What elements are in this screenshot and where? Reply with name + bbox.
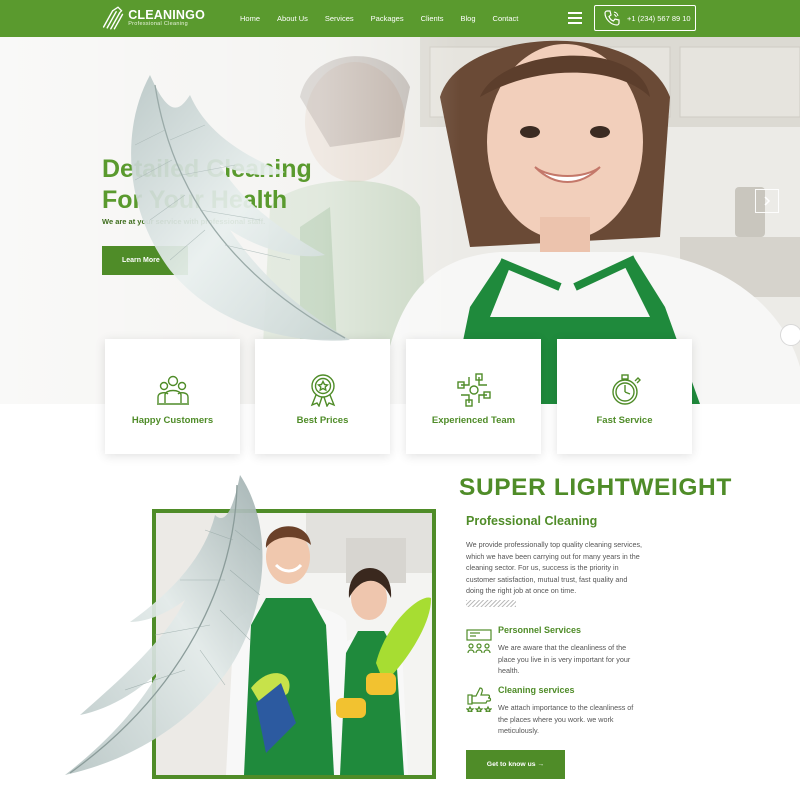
top-navbar: CLEANINGO Professional Cleaning Home Abo… — [0, 0, 800, 37]
team-photo-image — [156, 513, 432, 775]
about-description: We provide professionally top quality cl… — [466, 540, 643, 595]
feature-label: Happy Customers — [131, 415, 214, 426]
brand-tagline: Professional Cleaning — [128, 21, 188, 27]
hero-title-line-1: Detailed Cleaning — [102, 155, 312, 183]
about-subtitle: Professional Cleaning — [466, 514, 598, 528]
brand-logo[interactable]: CLEANINGO Professional Cleaning — [100, 3, 205, 33]
nav-contact[interactable]: Contact — [493, 14, 519, 23]
feature-card-best-prices[interactable]: Best Prices — [255, 339, 390, 454]
thumbs-up-stars-icon — [466, 687, 492, 712]
feature-label: Best Prices — [296, 415, 349, 426]
brand-name: CLEANINGO — [128, 7, 205, 22]
nav-packages[interactable]: Packages — [371, 14, 404, 23]
service-text-personnel: We are aware that the cleanliness of the… — [498, 643, 631, 675]
get-to-know-us-button[interactable]: Get to know us → — [466, 750, 565, 779]
slider-next-button[interactable] — [755, 189, 779, 213]
chevron-right-icon — [764, 196, 771, 206]
feature-card-experienced-team[interactable]: Experienced Team — [406, 339, 541, 454]
hero-title-line-2: For Your Health — [102, 186, 288, 214]
nav-home[interactable]: Home — [240, 14, 260, 23]
nav-blog[interactable]: Blog — [461, 14, 476, 23]
phone-number: +1 (234) 567 89 10 — [627, 13, 691, 23]
nav-services[interactable]: Services — [325, 14, 354, 23]
main-menu: Home About Us Services Packages Clients … — [240, 0, 535, 37]
service-text-cleaning: We attach importance to the cleanliness … — [498, 703, 634, 735]
customers-icon — [156, 375, 189, 405]
logo-mark-icon — [102, 6, 124, 30]
phone-icon — [604, 10, 620, 26]
team-hands-icon — [456, 373, 491, 407]
slider-scroll-handle[interactable] — [780, 324, 800, 346]
section-heading: SUPER LIGHTWEIGHT — [459, 474, 732, 501]
hero-title: Detailed Cleaning For Your Health — [102, 154, 312, 216]
learn-more-button[interactable]: Learn More — [102, 246, 188, 275]
feature-label: Experienced Team — [431, 415, 516, 426]
feature-card-fast-service[interactable]: Fast Service — [557, 339, 692, 454]
decorative-divider — [466, 600, 516, 607]
phone-button[interactable]: +1 (234) 567 89 10 — [594, 5, 696, 31]
hero-subtitle: We are at your service with professional… — [102, 217, 266, 226]
nav-about-us[interactable]: About Us — [277, 14, 308, 23]
feature-label: Fast Service — [596, 415, 653, 426]
menu-icon[interactable] — [568, 12, 582, 24]
nav-clients[interactable]: Clients — [421, 14, 444, 23]
personnel-services-icon — [466, 629, 492, 654]
service-title-cleaning: Cleaning services — [498, 685, 575, 695]
team-photo — [152, 509, 436, 779]
service-title-personnel: Personnel Services — [498, 625, 582, 635]
award-badge-icon — [310, 374, 335, 407]
stopwatch-icon — [611, 374, 641, 405]
feature-card-happy-customers[interactable]: Happy Customers — [105, 339, 240, 454]
